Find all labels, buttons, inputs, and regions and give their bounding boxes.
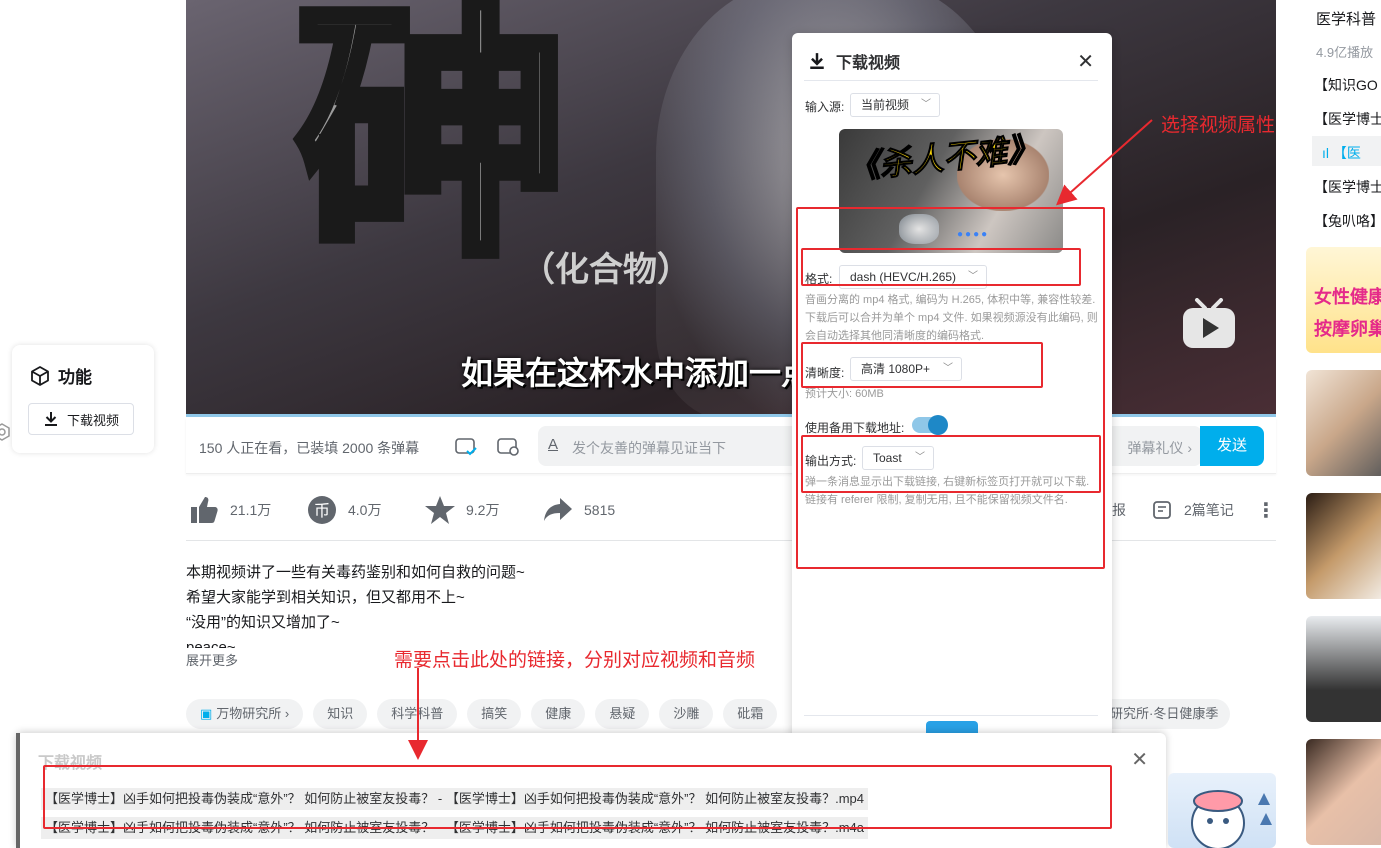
favorite-button[interactable]: 9.2万 (424, 492, 499, 528)
viewer-count: 150 人正在看，已装填 2000 条弹幕 (199, 440, 420, 456)
bilibili-tv-icon (1183, 298, 1235, 348)
tag-item[interactable]: 研究所·冬日健康季 (1098, 699, 1231, 729)
promo-thumbnail[interactable] (1168, 773, 1276, 848)
tag-item[interactable]: 悬疑 (595, 699, 650, 729)
annotation-box-format (801, 248, 1081, 286)
gear-icon[interactable] (0, 420, 10, 444)
annotation-text-select: 选择视频属性 (1161, 115, 1276, 136)
annotation-box-links (43, 765, 1112, 829)
thumb-text: 女性健康 (1314, 287, 1381, 307)
download-icon (44, 412, 57, 426)
download-icon (810, 53, 824, 69)
favorite-count: 9.2万 (466, 502, 500, 518)
sidebar-thumbnail[interactable] (1306, 616, 1381, 722)
sidebar-item-label: 【医 (1332, 145, 1361, 161)
danmaku-bar: 150 人正在看，已装填 2000 条弹幕 A 发个友善的弹幕见证当下 弹幕礼仪… (186, 418, 1276, 474)
danmaku-settings-icon[interactable] (496, 434, 520, 458)
tag-label: 万物研究所 › (216, 706, 290, 721)
input-source-value: 当前视频 (861, 98, 910, 112)
tag-item[interactable]: 沙雕 (659, 699, 714, 729)
notes-icon (1153, 501, 1171, 519)
chevron-down-icon: ﹀ (921, 99, 931, 110)
video-progress-bar[interactable] (186, 414, 1276, 417)
input-source-label: 输入源: (805, 100, 845, 114)
feature-title: 功能 (30, 363, 92, 388)
danmaku-placeholder: 发个友善的弹幕见证当下 (572, 440, 726, 456)
input-source-select[interactable]: 当前视频 ﹀ (850, 93, 940, 117)
tag-item[interactable]: 知识 (313, 699, 368, 729)
sidebar-thumbnail[interactable] (1306, 370, 1381, 476)
thumb-text: 按摩卵巢 (1314, 319, 1381, 339)
annotation-box-quality (801, 342, 1043, 388)
sidebar-thumbnail[interactable] (1306, 739, 1381, 845)
divider (804, 715, 1098, 716)
danmaku-toggle-icon[interactable] (454, 434, 478, 458)
video-player[interactable]: 砷 （化合物） 如果在这杯水中添加一点 (186, 0, 1276, 416)
close-icon[interactable]: ✕ (1077, 49, 1094, 74)
right-sidebar: 医学科普 4.9亿播放 【知识GO 【医学博士 ıl 【医 【医学博士 【兔叭咯… (1306, 0, 1381, 848)
coin-button[interactable]: 币 4.0万 (306, 492, 381, 528)
sidebar-item[interactable]: 【知识GO (1314, 75, 1378, 95)
coin-count: 4.0万 (348, 502, 382, 518)
video-subtitle-character: （化合物） (521, 251, 691, 289)
tag-item[interactable]: 搞笑 (467, 699, 522, 729)
download-video-label: 下载视频 (66, 412, 119, 428)
share-arrow-icon (544, 498, 572, 521)
tag-item[interactable]: 科学科普 (377, 699, 458, 729)
share-count: 5815 (584, 502, 616, 518)
divider (186, 540, 1276, 541)
danmaku-etiquette-link[interactable]: 弹幕礼仪 › (1127, 438, 1192, 458)
tag-item[interactable]: 砒霜 (723, 699, 778, 729)
notes-button[interactable]: 2篇笔记 (1152, 492, 1234, 528)
description-line: 本期视频讲了一些有关毒药鉴别和如何自救的问题~ (186, 564, 525, 581)
sidebar-item[interactable]: 【医学博士 (1314, 177, 1381, 197)
tag-item[interactable]: 健康 (531, 699, 586, 729)
playing-icon: ıl (1322, 145, 1333, 161)
divider (804, 80, 1098, 81)
notes-label: 2篇笔记 (1184, 502, 1234, 518)
sidebar-item: 4.9亿播放 (1316, 45, 1374, 60)
description-line: “没用”的知识又增加了~ (186, 614, 340, 631)
report-link[interactable]: 报 (1112, 492, 1126, 528)
sidebar-thumbnail[interactable] (1306, 493, 1381, 599)
tag-channel[interactable]: ▣ 万物研究所 › (186, 699, 304, 729)
sidebar-thumbnail[interactable]: 女性健康 按摩卵巢 (1306, 247, 1381, 353)
like-count: 21.1万 (230, 502, 272, 518)
coin-icon: 币 (308, 496, 336, 524)
send-button[interactable]: 发送 (1200, 426, 1264, 466)
sidebar-item[interactable]: 医学科普 (1316, 8, 1376, 29)
sidebar-item[interactable]: 【兔叭咯】 (1314, 211, 1381, 231)
cube-icon (31, 365, 49, 386)
video-caption: 如果在这杯水中添加一点 (461, 355, 814, 391)
feature-title-label: 功能 (58, 368, 92, 387)
thumbs-up-icon (191, 497, 218, 523)
feature-panel: 功能 下载视频 (12, 345, 154, 453)
font-style-icon[interactable]: A (548, 436, 558, 453)
more-options-icon[interactable]: ⋮ (1256, 492, 1276, 528)
description-line: 希望大家能学到相关知识，但又都用不上~ (186, 589, 465, 606)
modal-title: 下载视频 (836, 55, 901, 72)
sidebar-item-active[interactable]: ıl 【医 (1312, 136, 1381, 166)
annotation-box-output (801, 435, 1101, 493)
share-button[interactable]: 5815 (542, 492, 615, 528)
like-button[interactable]: 21.1万 (188, 492, 271, 528)
mascot-icon (1191, 790, 1272, 848)
annotation-text-links: 需要点击此处的链接，分别对应视频和音频 (394, 650, 756, 671)
modal-header: 下载视频 (808, 49, 900, 73)
report-label: 报 (1112, 502, 1126, 518)
star-icon (425, 496, 455, 524)
close-icon[interactable]: ✕ (1131, 747, 1148, 772)
panel-edge (16, 733, 20, 848)
sidebar-item[interactable]: 【医学博士 (1314, 109, 1381, 129)
download-video-button[interactable]: 下载视频 (28, 403, 134, 435)
video-big-character: 砷 (291, 0, 571, 292)
tag-list: ▣ 万物研究所 › 知识 科学科普 搞笑 健康 悬疑 沙雕 砒霜 (186, 699, 778, 729)
tv-icon: ▣ (200, 706, 213, 721)
svg-text:币: 币 (314, 501, 330, 520)
